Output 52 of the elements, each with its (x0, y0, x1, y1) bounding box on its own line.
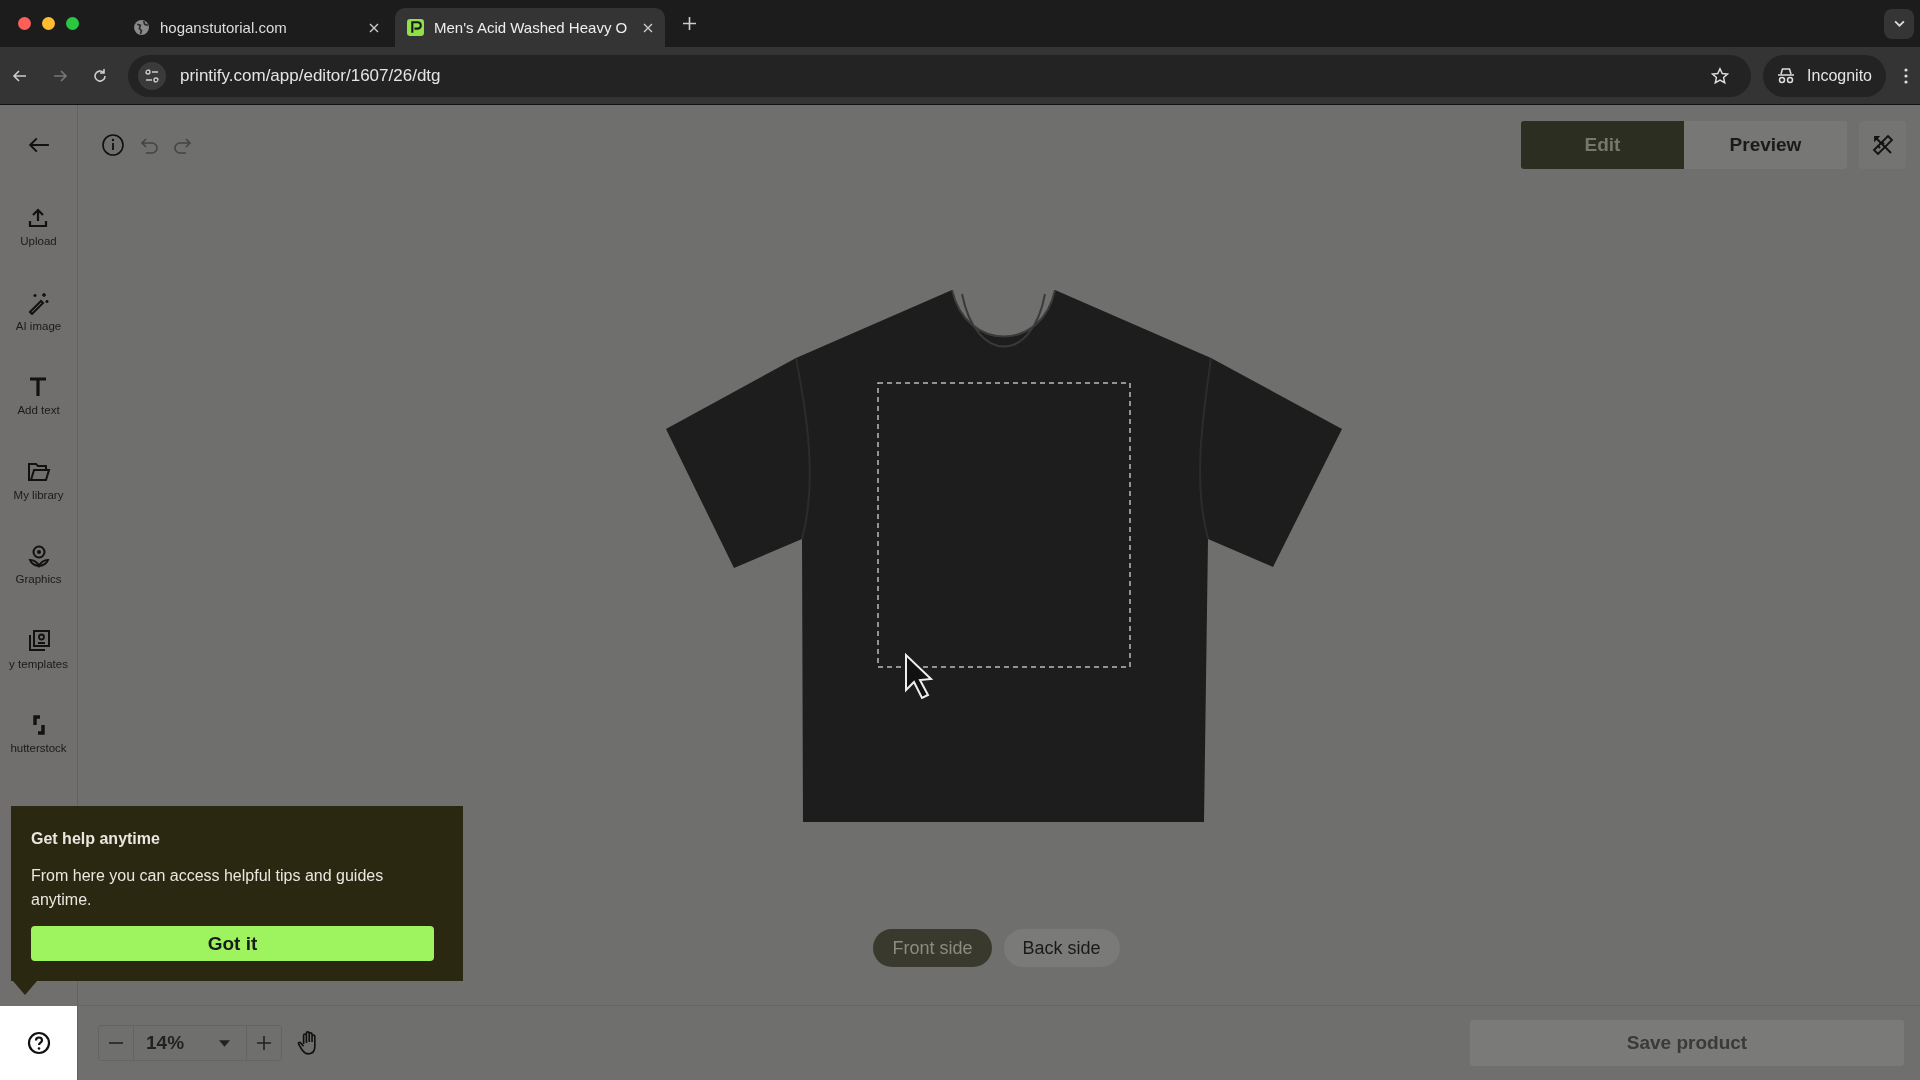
close-window-button[interactable] (18, 17, 31, 30)
sidebar-item[interactable]: Add text (17, 375, 60, 460)
maximize-window-button[interactable] (66, 17, 79, 30)
help-button[interactable] (0, 1006, 77, 1080)
sidebar-item[interactable]: Upload (20, 206, 57, 291)
sidebar-item[interactable]: y templates (9, 628, 68, 713)
sidebar-item[interactable]: hutterstock (10, 713, 67, 798)
mode-tab[interactable]: Edit (1521, 121, 1684, 169)
site-settings-icon[interactable] (138, 61, 166, 90)
sidebar-item[interactable]: AI image (15, 290, 62, 375)
cursor-icon (905, 652, 934, 700)
ruler-pencil-icon (1870, 133, 1895, 157)
help-icon (26, 1031, 51, 1055)
browser-tab[interactable]: Men's Acid Washed Heavy O (395, 8, 665, 47)
back-icon[interactable] (12, 67, 28, 84)
plus-icon (256, 1035, 272, 1051)
new-tab-icon[interactable] (683, 17, 696, 30)
sidebar-item[interactable]: Graphics (15, 544, 62, 629)
tab-title: hoganstutorial.com (160, 19, 288, 36)
url-text: printify.com/app/editor/1607/26/dtg (180, 65, 441, 86)
graphics-icon (26, 544, 51, 568)
sidebar-item[interactable]: My library (13, 459, 64, 544)
reload-icon[interactable] (92, 67, 108, 84)
app-logo-icon (407, 19, 424, 36)
caret-icon (219, 1039, 230, 1047)
popup-title: Get help anytime (31, 830, 161, 848)
templates-icon (26, 628, 51, 653)
mode-tab[interactable]: Preview (1684, 121, 1847, 169)
minimize-window-button[interactable] (42, 17, 55, 30)
close-icon[interactable] (643, 22, 653, 33)
forward-icon[interactable] (52, 67, 68, 84)
minus-icon (108, 1042, 124, 1044)
incognito-button[interactable]: Incognito (1763, 54, 1886, 97)
back-arrow-icon[interactable] (27, 136, 50, 154)
incognito-icon (1777, 67, 1796, 84)
popup-text: From here you can access helpful tips and guides anytime. (31, 866, 385, 910)
ai-icon (26, 290, 51, 315)
browser-tab[interactable]: hoganstutorial.com (121, 8, 391, 47)
address-bar[interactable]: printify.com/app/editor/1607/26/dtg (128, 54, 1752, 97)
tab-title: Men's Acid Washed Heavy O (434, 19, 629, 36)
save-product-button[interactable]: Save product (1470, 1020, 1904, 1066)
got-it-button[interactable]: Got it (31, 926, 434, 961)
chevron-down-icon (1893, 20, 1905, 27)
close-icon[interactable] (369, 22, 379, 33)
side-toggle[interactable]: Front side (873, 929, 992, 967)
info-icon[interactable] (101, 133, 125, 157)
bookmark-star-icon[interactable] (1711, 66, 1730, 85)
more-menu-icon[interactable] (1904, 67, 1908, 84)
globe-icon (133, 19, 150, 36)
ruler-pencil-button[interactable] (1859, 121, 1906, 169)
tab-search-button[interactable] (1884, 8, 1914, 39)
side-toggle[interactable]: Back side (1003, 929, 1120, 967)
